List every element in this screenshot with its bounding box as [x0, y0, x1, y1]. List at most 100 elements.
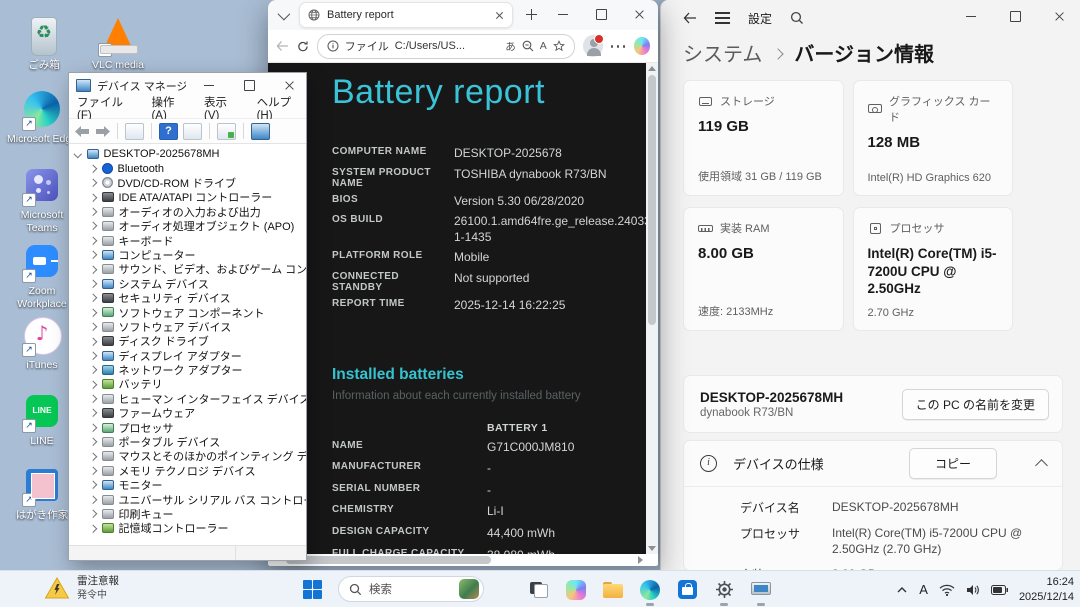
- copilot-icon[interactable]: [634, 37, 650, 55]
- expand-chevron-icon[interactable]: [89, 481, 97, 489]
- tree-item[interactable]: 印刷キュー: [69, 507, 306, 521]
- taskbar-search[interactable]: 検索: [338, 576, 484, 602]
- expand-chevron-icon[interactable]: [89, 467, 97, 475]
- scroll-right-icon[interactable]: [638, 556, 643, 564]
- menu-item[interactable]: 表示(V): [204, 94, 242, 122]
- tree-item[interactable]: IDE ATA/ATAPI コントローラー: [69, 190, 306, 204]
- profile-avatar[interactable]: [583, 35, 603, 57]
- tree-item[interactable]: メモリ テクノロジ デバイス: [69, 464, 306, 478]
- tree-item[interactable]: ネットワーク アダプター: [69, 363, 306, 377]
- minimize-button[interactable]: [544, 0, 582, 28]
- menu-item[interactable]: ヘルプ(H): [257, 94, 306, 122]
- tab-search-chevron-icon[interactable]: [278, 7, 291, 20]
- copy-button[interactable]: コピー: [909, 448, 997, 479]
- expand-chevron-icon[interactable]: [89, 251, 97, 259]
- tree-item[interactable]: ヒューマン インターフェイス デバイス: [69, 392, 306, 406]
- expand-chevron-icon[interactable]: [89, 165, 97, 173]
- expand-chevron-icon[interactable]: [89, 453, 97, 461]
- expand-chevron-icon[interactable]: [89, 409, 97, 417]
- tree-item[interactable]: オーディオの入力および出力: [69, 205, 306, 219]
- menu-item[interactable]: ファイル(F): [77, 94, 136, 122]
- tree-item[interactable]: キーボード: [69, 233, 306, 247]
- page-info-icon[interactable]: [327, 40, 339, 52]
- tree-root[interactable]: DESKTOP-2025678MH: [69, 147, 306, 161]
- device-manager-button[interactable]: [750, 579, 772, 601]
- expand-chevron-icon[interactable]: [89, 366, 97, 374]
- tree-item[interactable]: システム デバイス: [69, 277, 306, 291]
- menu-icon[interactable]: [715, 12, 730, 14]
- scroll-up-icon[interactable]: [648, 66, 656, 71]
- expand-chevron-icon[interactable]: [89, 309, 97, 317]
- tree-item[interactable]: ファームウェア: [69, 406, 306, 420]
- breadcrumb-parent[interactable]: システム: [683, 38, 762, 67]
- weather-widget[interactable]: 雷注意報 発令中: [44, 575, 119, 602]
- back-icon[interactable]: [683, 12, 697, 24]
- hidden-icons-chevron-icon[interactable]: [896, 586, 908, 594]
- tree-item[interactable]: ユニバーサル シリアル バス コントローラー: [69, 492, 306, 506]
- device-specs-header[interactable]: i デバイスの仕様 コピー: [684, 441, 1062, 487]
- more-menu-icon[interactable]: [611, 44, 626, 48]
- tree-item[interactable]: ディスク ドライブ: [69, 334, 306, 348]
- tree-item[interactable]: プロセッサ: [69, 420, 306, 434]
- tab-close-icon[interactable]: [495, 11, 504, 20]
- read-aloud-icon[interactable]: A: [540, 40, 547, 52]
- expand-chevron-icon[interactable]: [89, 294, 97, 302]
- tree-item[interactable]: コンピューター: [69, 248, 306, 262]
- minimize-button[interactable]: [949, 0, 993, 32]
- horizontal-scroll-thumb[interactable]: [286, 556, 491, 564]
- desktop-icon[interactable]: ごみ箱: [6, 14, 82, 72]
- expand-chevron-icon[interactable]: [89, 337, 97, 345]
- tree-item[interactable]: セキュリティ デバイス: [69, 291, 306, 305]
- file-explorer-button[interactable]: [602, 579, 624, 601]
- address-bar[interactable]: ファイル C:/Users/US... あ A: [317, 34, 575, 59]
- collapse-chevron-icon[interactable]: [74, 150, 82, 158]
- expand-chevron-icon[interactable]: [89, 222, 97, 230]
- tree-item[interactable]: ディスプレイ アダプター: [69, 348, 306, 362]
- clock[interactable]: 16:24 2025/12/14: [1019, 575, 1074, 605]
- close-button[interactable]: [1037, 0, 1080, 32]
- tree-item[interactable]: バッテリ: [69, 377, 306, 391]
- tree-item[interactable]: オーディオ処理オブジェクト (APO): [69, 219, 306, 233]
- tree-item[interactable]: ソフトウェア コンポーネント: [69, 305, 306, 319]
- tree-item[interactable]: DVD/CD-ROM ドライブ: [69, 176, 306, 190]
- tree-item[interactable]: マウスとそのほかのポインティング デバイス: [69, 449, 306, 463]
- expand-chevron-icon[interactable]: [89, 208, 97, 216]
- back-icon[interactable]: [75, 126, 90, 137]
- tree-item[interactable]: サウンド、ビデオ、およびゲーム コントローラー: [69, 262, 306, 276]
- maximize-button[interactable]: [993, 0, 1037, 32]
- properties-icon[interactable]: [251, 123, 270, 140]
- horizontal-scrollbar[interactable]: [268, 554, 646, 566]
- new-tab-button[interactable]: [523, 6, 541, 24]
- forward-icon[interactable]: [95, 126, 110, 137]
- edge-button[interactable]: [639, 579, 661, 601]
- ime-mode-indicator[interactable]: A: [919, 582, 928, 597]
- scan-hardware-icon[interactable]: [217, 123, 236, 140]
- device-list-icon[interactable]: [183, 123, 202, 140]
- expand-chevron-icon[interactable]: [89, 524, 97, 532]
- expand-chevron-icon[interactable]: [89, 496, 97, 504]
- back-icon[interactable]: [276, 40, 289, 52]
- collapse-chevron-icon[interactable]: [1035, 459, 1048, 472]
- expand-chevron-icon[interactable]: [89, 510, 97, 518]
- tree-item[interactable]: ソフトウェア デバイス: [69, 320, 306, 334]
- vertical-scroll-thumb[interactable]: [648, 75, 656, 325]
- battery-icon[interactable]: [991, 585, 1008, 595]
- tree-item[interactable]: ポータブル デバイス: [69, 435, 306, 449]
- expand-chevron-icon[interactable]: [89, 237, 97, 245]
- store-button[interactable]: [676, 579, 698, 601]
- expand-chevron-icon[interactable]: [89, 395, 97, 403]
- copilot-button[interactable]: [565, 579, 587, 601]
- console-tree-icon[interactable]: [125, 123, 144, 140]
- expand-chevron-icon[interactable]: [89, 179, 97, 187]
- refresh-icon[interactable]: [297, 40, 309, 53]
- tree-item[interactable]: モニター: [69, 478, 306, 492]
- menu-item[interactable]: 操作(A): [151, 94, 189, 122]
- expand-chevron-icon[interactable]: [89, 265, 97, 273]
- zoom-out-icon[interactable]: [522, 40, 534, 52]
- tree-item[interactable]: 記憶域コントローラー: [69, 521, 306, 535]
- expand-chevron-icon[interactable]: [89, 438, 97, 446]
- task-view-button[interactable]: [528, 579, 550, 601]
- help-icon[interactable]: ?: [159, 123, 178, 140]
- translate-icon[interactable]: あ: [505, 39, 516, 54]
- favorite-star-icon[interactable]: [553, 40, 565, 52]
